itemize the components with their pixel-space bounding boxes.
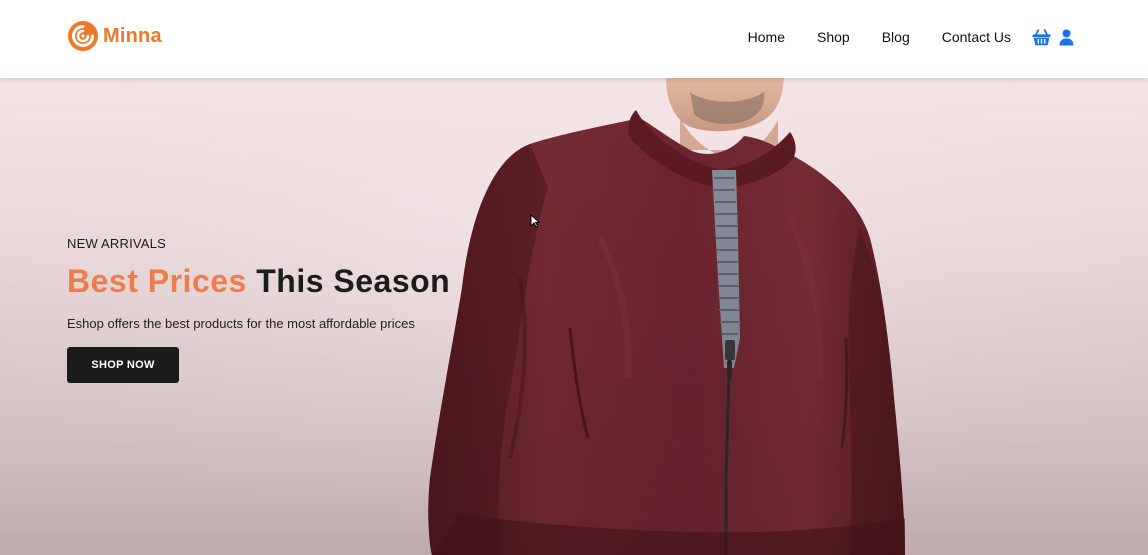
- hero-headline-accent: Best Prices: [67, 263, 247, 299]
- main-nav: Home Shop Blog Contact Us: [748, 27, 1076, 47]
- page: Minna Home Shop Blog Contact Us NEW ARRI…: [0, 0, 1148, 555]
- hero-eyebrow: NEW ARRIVALS: [67, 236, 166, 251]
- hero-headline: Best Prices This Season: [67, 265, 450, 297]
- basket-icon: [1032, 28, 1050, 45]
- nav-link-home[interactable]: Home: [748, 29, 785, 45]
- site-header: Minna Home Shop Blog Contact Us: [0, 0, 1148, 78]
- user-icon: [1059, 28, 1073, 45]
- hero-headline-rest: This Season: [256, 263, 451, 299]
- hero-copy: NEW ARRIVALS Best Prices This Season Esh…: [67, 236, 450, 383]
- nav-link-blog[interactable]: Blog: [882, 29, 910, 45]
- hero-banner: NEW ARRIVALS Best Prices This Season Esh…: [0, 78, 1148, 555]
- swirl-icon: [68, 21, 98, 51]
- account-button[interactable]: [1056, 27, 1076, 47]
- shop-now-button[interactable]: SHOP NOW: [67, 347, 179, 383]
- nav-link-shop[interactable]: Shop: [817, 29, 850, 45]
- cart-button[interactable]: [1031, 27, 1051, 47]
- nav-link-contact-us[interactable]: Contact Us: [942, 29, 1011, 45]
- brand-name: Minna: [103, 24, 162, 47]
- brand-logo[interactable]: Minna: [67, 20, 162, 52]
- hero-subtext: Eshop offers the best products for the m…: [67, 316, 415, 331]
- mouse-cursor-icon: [530, 214, 540, 228]
